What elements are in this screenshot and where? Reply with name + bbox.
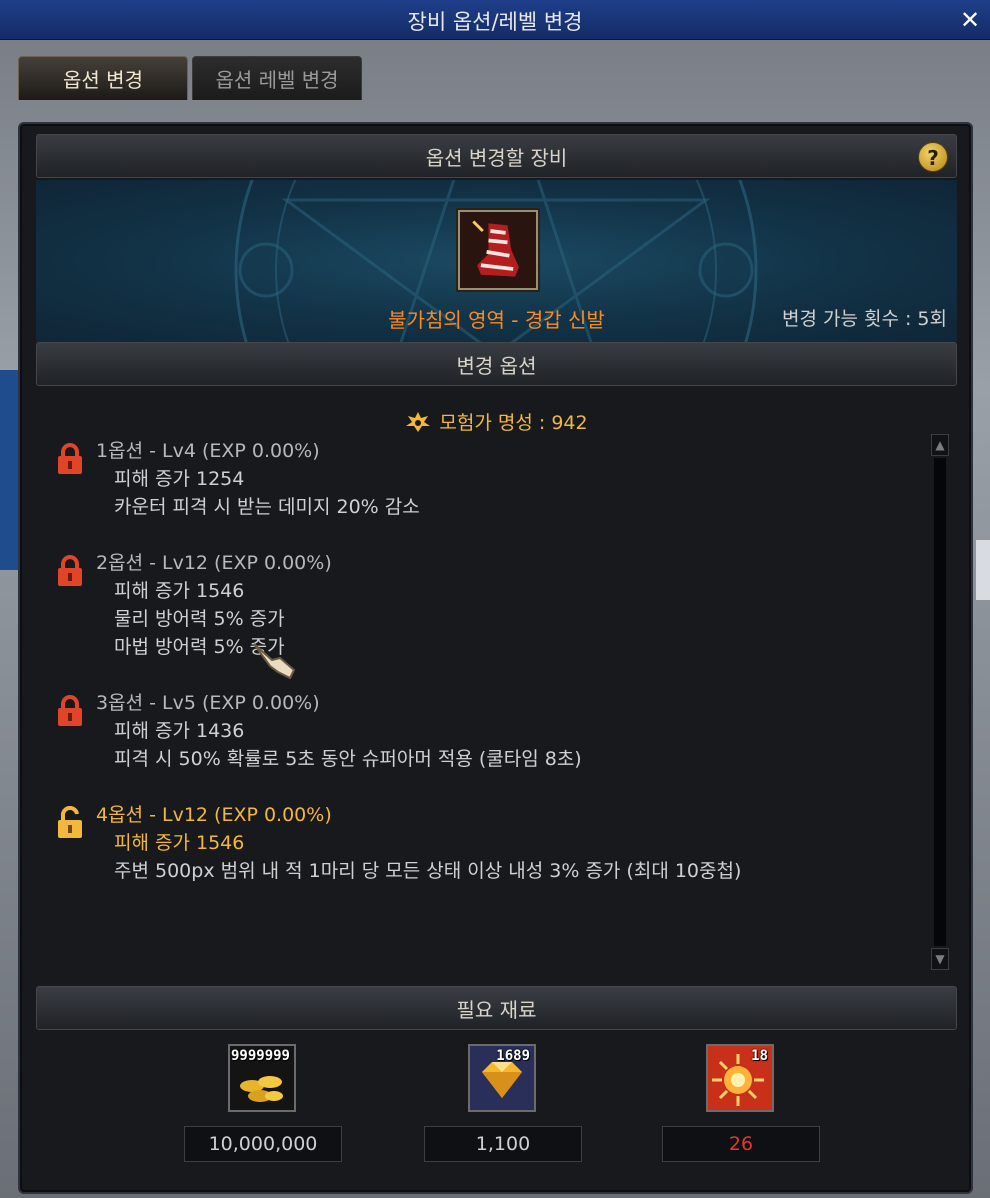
option-entry-2: 2옵션 - Lv12 (EXP 0.00%) 피해 증가 1546 물리 방어력… [56, 548, 916, 668]
adventurer-fame: 모험가 명성 : 942 [36, 408, 957, 435]
equipment-display: 불가침의 영역 - 경갑 신발 변경 가능 횟수 : 5회 [36, 180, 957, 342]
option-title: 1옵션 - Lv4 (EXP 0.00%) [96, 440, 320, 462]
adventurer-fame-text: 모험가 명성 : 942 [439, 412, 588, 434]
window-title: 장비 옵션/레벨 변경 [407, 10, 583, 34]
equipment-section-title: 옵션 변경할 장비 [425, 145, 568, 170]
material-stock: 1689 [496, 1048, 530, 1064]
material-required-amount: 1,100 [424, 1126, 582, 1162]
option-title: 2옵션 - Lv12 (EXP 0.00%) [96, 552, 332, 574]
lock-closed-icon[interactable] [56, 694, 84, 728]
fame-crest-icon [406, 412, 431, 432]
burst-orb-icon[interactable]: 18 [706, 1044, 774, 1112]
scroll-up-arrow-icon[interactable]: ▲ [931, 434, 949, 456]
materials-section-title: 필요 재료 [456, 997, 537, 1022]
options-list-area: 모험가 명성 : 942 1옵션 - Lv4 (EXP 0.00%) 피해 증가… [36, 396, 957, 982]
option-line: 피해 증가 1436 [114, 720, 245, 742]
lock-closed-icon[interactable] [56, 442, 84, 476]
lock-open-icon[interactable] [56, 806, 84, 840]
option-title: 3옵션 - Lv5 (EXP 0.00%) [96, 692, 320, 714]
option-entry-4: 4옵션 - Lv12 (EXP 0.00%) 피해 증가 1546 주변 500… [56, 800, 916, 890]
option-line: 피해 증가 1546 [114, 832, 245, 854]
materials-section-header: 필요 재료 [36, 986, 957, 1030]
material-gem: 1689 1,100 [424, 1044, 584, 1184]
tab-option-change[interactable]: 옵션 변경 [18, 56, 188, 100]
options-section-title: 변경 옵션 [456, 353, 537, 378]
gem-icon[interactable]: 1689 [468, 1044, 536, 1112]
scroll-thumb[interactable] [934, 458, 946, 946]
material-required-amount: 10,000,000 [184, 1126, 342, 1162]
option-title: 4옵션 - Lv12 (EXP 0.00%) [96, 804, 332, 826]
option-line: 피해 증가 1546 [114, 580, 245, 602]
light-boots-icon [460, 212, 536, 288]
tab-option-level-change[interactable]: 옵션 레벨 변경 [192, 56, 362, 100]
option-line: 피해 증가 1254 [114, 468, 245, 490]
lock-closed-icon[interactable] [56, 554, 84, 588]
option-line: 피격 시 50% 확률로 5초 동안 슈퍼아머 적용 (쿨타임 8초) [114, 748, 582, 770]
close-button[interactable]: ✕ [956, 6, 984, 34]
options-scrollbar[interactable]: ▲ ▼ [931, 434, 949, 970]
equipment-section-header: 옵션 변경할 장비 ? [36, 134, 957, 178]
remaining-change-count: 변경 가능 횟수 : 5회 [781, 308, 947, 330]
scroll-track[interactable] [934, 458, 946, 946]
background-ui-strip [976, 540, 990, 600]
option-line: 물리 방어력 5% 증가 [114, 608, 285, 630]
help-button[interactable]: ? [918, 142, 948, 172]
option-entry-1: 1옵션 - Lv4 (EXP 0.00%) 피해 증가 1254 카운터 피격 … [56, 436, 916, 526]
background-ui-strip [0, 370, 18, 570]
option-line: 카운터 피격 시 받는 데미지 20% 감소 [114, 496, 420, 518]
gold-coins-icon[interactable]: 9999999 [228, 1044, 296, 1112]
required-materials: 9999999 10,000,000 1689 1,100 18 26 [36, 1044, 957, 1194]
equipment-item-slot[interactable] [458, 210, 538, 290]
option-line: 주변 500px 범위 내 적 1마리 당 모든 상태 이상 내성 3% 증가 … [114, 860, 742, 882]
option-entry-3: 3옵션 - Lv5 (EXP 0.00%) 피해 증가 1436 피격 시 50… [56, 688, 916, 778]
window-title-bar: 장비 옵션/레벨 변경 ✕ [0, 0, 990, 40]
pointer-cursor-icon [253, 643, 296, 680]
material-stock: 9999999 [230, 1048, 290, 1064]
scroll-down-arrow-icon[interactable]: ▼ [931, 948, 949, 970]
option-change-panel: 옵션 변경할 장비 ? 불가침의 영역 - 경갑 신발 변경 가능 횟수: 5… [18, 122, 973, 1194]
material-burst-orb: 18 26 [662, 1044, 822, 1184]
tab-bar: 옵션 변경 옵션 레벨 변경 [18, 56, 362, 100]
options-section-header: 변경 옵션 [36, 342, 957, 386]
material-stock: 18 [751, 1048, 768, 1064]
material-required-amount: 26 [662, 1126, 820, 1162]
material-gold: 9999999 10,000,000 [184, 1044, 344, 1184]
